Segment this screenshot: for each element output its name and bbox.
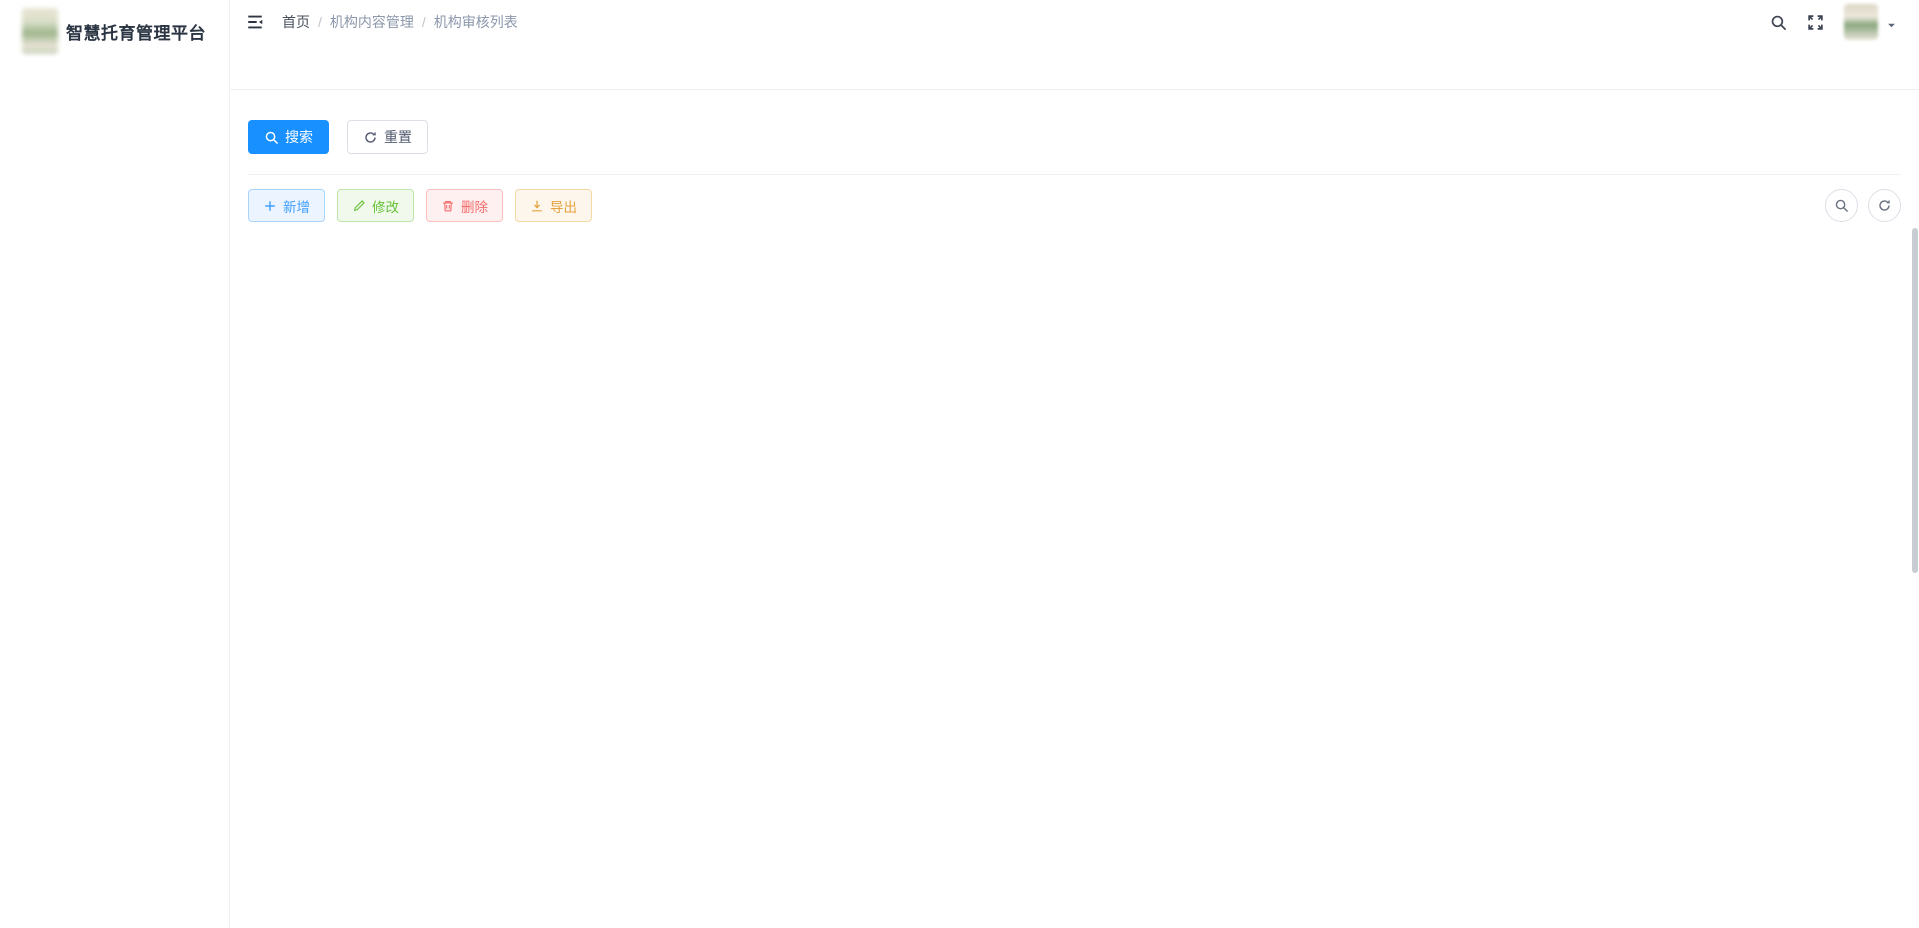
avatar[interactable] — [1844, 4, 1878, 40]
app-title: 智慧托育管理平台 — [66, 19, 206, 44]
search-button[interactable]: 搜索 — [248, 120, 329, 154]
topbar: 首页 / 机构内容管理 / 机构审核列表 — [230, 0, 1919, 44]
add-button-label: 新增 — [283, 196, 310, 216]
export-button[interactable]: 导出 — [515, 189, 592, 222]
search-icon[interactable] — [1770, 14, 1787, 31]
delete-button[interactable]: 删除 — [426, 189, 503, 222]
caret-down-icon — [1886, 20, 1897, 31]
add-button[interactable]: 新增 — [248, 189, 325, 222]
search-button-label: 搜索 — [285, 127, 313, 147]
tabs-bar — [230, 44, 1919, 90]
main-area: 首页 / 机构内容管理 / 机构审核列表 — [230, 0, 1919, 928]
sidebar-menu — [0, 62, 229, 78]
app-root: 智慧托育管理平台 首页 / 机构内容管理 / 机构审核列表 — [0, 0, 1919, 928]
breadcrumb-separator: / — [318, 14, 322, 30]
table-search-icon[interactable] — [1825, 189, 1858, 222]
breadcrumb-home[interactable]: 首页 — [282, 12, 310, 32]
edit-button[interactable]: 修改 — [337, 189, 414, 222]
app-logo: 智慧托育管理平台 — [0, 0, 229, 62]
toolbar-right — [1825, 189, 1901, 222]
reset-button[interactable]: 重置 — [347, 120, 428, 154]
filter-panel: 搜索 重置 — [248, 104, 1901, 175]
scrollbar-thumb[interactable] — [1912, 228, 1918, 573]
fullscreen-icon[interactable] — [1807, 14, 1824, 31]
logo-image — [22, 8, 58, 54]
reset-button-label: 重置 — [384, 127, 412, 147]
collapse-menu-icon[interactable] — [246, 13, 264, 31]
breadcrumb-separator: / — [422, 14, 426, 30]
filter-row-2: 搜索 重置 — [248, 120, 1901, 154]
topbar-actions — [1770, 4, 1897, 40]
breadcrumb-parent[interactable]: 机构内容管理 — [330, 12, 414, 32]
sidebar: 智慧托育管理平台 — [0, 0, 230, 928]
refresh-icon[interactable] — [1868, 189, 1901, 222]
edit-button-label: 修改 — [372, 196, 399, 216]
scrollbar[interactable] — [1911, 0, 1919, 928]
breadcrumb: 首页 / 机构内容管理 / 机构审核列表 — [282, 12, 518, 32]
table-toolbar: 新增 修改 删除 导出 — [248, 189, 1901, 222]
export-button-label: 导出 — [550, 196, 577, 216]
user-menu[interactable] — [1844, 4, 1897, 40]
delete-button-label: 删除 — [461, 196, 488, 216]
breadcrumb-current: 机构审核列表 — [434, 12, 518, 32]
page-content: 搜索 重置 新增 修改 — [230, 90, 1919, 928]
